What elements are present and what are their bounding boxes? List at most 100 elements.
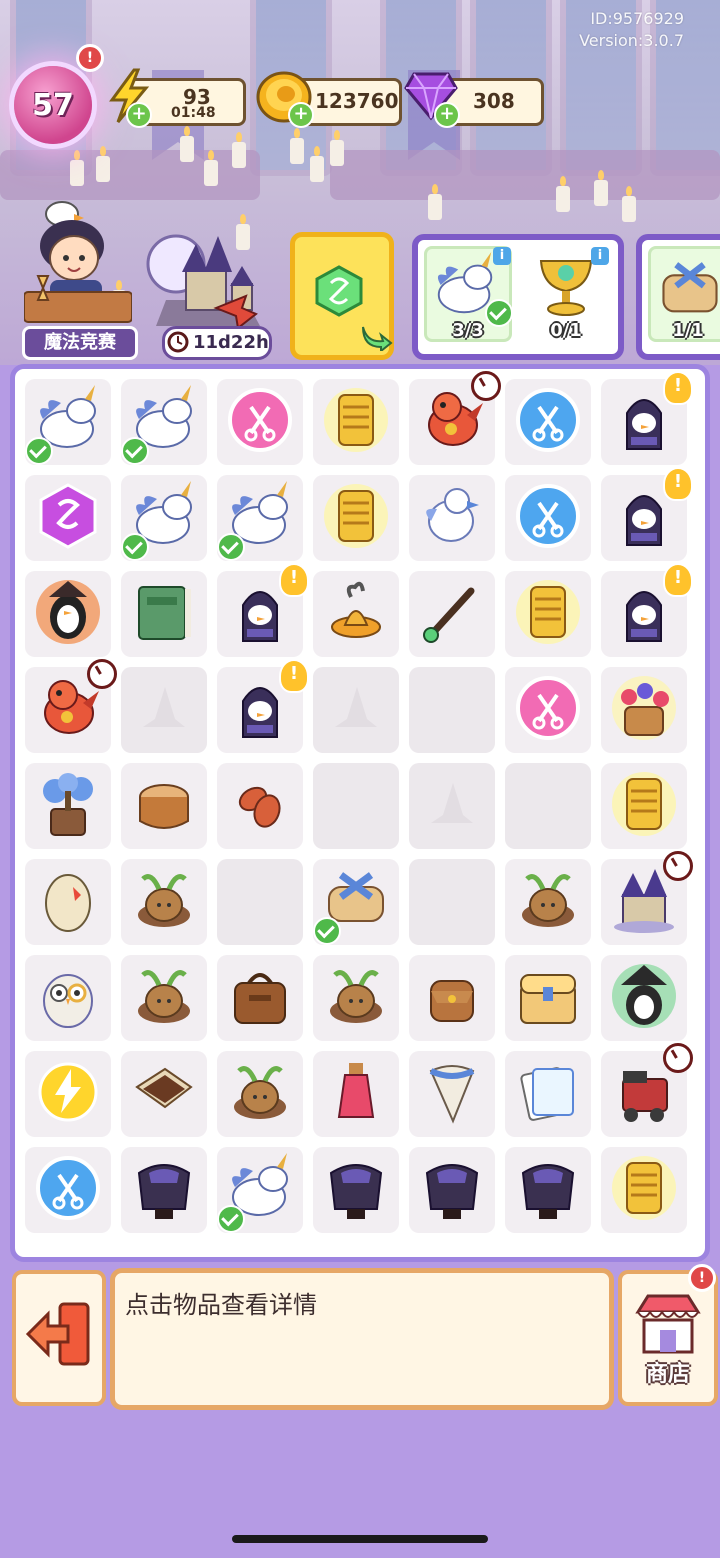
golden-scroll-icon — [516, 580, 580, 644]
add-coins-button[interactable]: + — [288, 102, 314, 128]
timer-clock-icon — [663, 1043, 693, 1073]
board-cell[interactable] — [121, 667, 207, 753]
shop-label: 商店 — [645, 1362, 690, 1387]
board-cell[interactable] — [409, 371, 501, 465]
board-cell[interactable] — [25, 379, 111, 465]
board-cell[interactable] — [313, 475, 399, 561]
shop-icon — [635, 1294, 701, 1354]
candle-decor — [232, 132, 246, 168]
board-cell[interactable] — [313, 379, 399, 465]
board-cell[interactable] — [505, 379, 591, 465]
board-cell[interactable] — [601, 371, 693, 465]
board-cell[interactable] — [505, 475, 591, 561]
board-cell[interactable] — [121, 1051, 207, 1137]
shop-button[interactable]: ! 商店 — [618, 1264, 718, 1406]
board-cell[interactable] — [505, 1147, 591, 1233]
board-cell[interactable] — [505, 859, 591, 945]
board-cell[interactable] — [217, 1051, 303, 1137]
board-cell[interactable] — [505, 955, 591, 1041]
info-icon[interactable]: i — [591, 247, 609, 265]
board-cell[interactable] — [217, 955, 303, 1041]
board-cell[interactable] — [601, 467, 693, 561]
arrow-icon — [362, 326, 393, 351]
board-cell[interactable] — [121, 379, 207, 465]
info-icon[interactable]: i — [493, 247, 511, 265]
board-cell[interactable] — [505, 667, 591, 753]
add-gems-button[interactable]: + — [434, 102, 460, 128]
board-cell[interactable] — [25, 571, 111, 657]
board-cell[interactable] — [601, 563, 693, 657]
board-cell[interactable] — [25, 1051, 111, 1137]
hint-bulb-icon — [663, 371, 693, 405]
board-cell[interactable] — [217, 1147, 303, 1233]
board-cell[interactable] — [121, 763, 207, 849]
board-cell[interactable] — [601, 763, 687, 849]
board-cell[interactable] — [313, 667, 399, 753]
candle-decor — [70, 150, 84, 186]
home-indicator[interactable] — [232, 1535, 488, 1543]
board-cell[interactable] — [313, 1051, 399, 1137]
order-slot-goblet[interactable]: 0/1 i — [522, 246, 610, 342]
empty-hat-icon — [335, 687, 377, 727]
item-detail-panel: 点击物品查看详情 — [110, 1268, 614, 1410]
castle-timer: 11d22h — [193, 332, 269, 353]
board-cell[interactable] — [121, 475, 207, 561]
board-cell[interactable] — [313, 955, 399, 1041]
board-cell[interactable] — [121, 859, 207, 945]
board-cell[interactable] — [217, 563, 309, 657]
board-cell[interactable] — [121, 571, 207, 657]
board-cell[interactable] — [313, 859, 399, 945]
order-box[interactable]: 3/3 i 0/1 i — [412, 234, 624, 360]
item-card-button[interactable] — [290, 232, 394, 360]
energy-timer: 01:48 — [171, 105, 216, 121]
board-cell[interactable] — [313, 571, 399, 657]
hint-text: 点击物品查看详情 — [125, 1291, 317, 1319]
board-cell[interactable] — [601, 1043, 693, 1137]
board-cell[interactable] — [601, 1147, 687, 1233]
green-book-icon — [138, 586, 191, 640]
player-level-badge[interactable]: 57 — [14, 66, 92, 144]
board-cell[interactable] — [313, 763, 399, 849]
board-cell[interactable] — [25, 859, 111, 945]
board-cell[interactable] — [25, 1147, 111, 1233]
board-cell[interactable] — [217, 475, 303, 561]
board-cell[interactable] — [505, 1051, 591, 1137]
merge-board — [10, 364, 710, 1262]
board-cell[interactable] — [409, 475, 495, 561]
board-cell[interactable] — [409, 859, 495, 945]
candle-decor — [556, 176, 570, 212]
board-cell[interactable] — [505, 571, 591, 657]
board-cell[interactable] — [121, 1147, 207, 1233]
chocolate-bar-icon — [135, 1067, 193, 1109]
board-cell[interactable] — [25, 955, 111, 1041]
board-cell[interactable] — [409, 763, 495, 849]
board-cell[interactable] — [25, 475, 111, 561]
board-cell[interactable] — [217, 659, 309, 753]
board-cell[interactable] — [601, 851, 693, 945]
board-cell[interactable] — [505, 763, 591, 849]
board-cell[interactable] — [601, 667, 687, 753]
dark-wizard-icon — [612, 964, 676, 1028]
board-cell[interactable] — [25, 659, 117, 753]
golden-scroll-icon — [612, 772, 676, 836]
board-cell[interactable] — [409, 955, 495, 1041]
board-cell[interactable] — [409, 1147, 495, 1233]
mandrake-icon — [522, 874, 574, 927]
board-cell[interactable] — [217, 763, 303, 849]
timer-clock-icon — [663, 851, 693, 881]
board-cell[interactable] — [121, 955, 207, 1041]
order-slot-unicorn[interactable]: 3/3 i — [424, 246, 513, 342]
order-box-next[interactable]: 1/1 — [636, 234, 720, 360]
board-cell[interactable] — [217, 859, 303, 945]
board-cell[interactable] — [313, 1147, 399, 1233]
add-energy-button[interactable]: + — [126, 102, 152, 128]
board-cell[interactable] — [409, 667, 495, 753]
exit-button[interactable] — [12, 1270, 106, 1406]
order-slot-scroll[interactable]: 1/1 — [648, 246, 720, 342]
board-cell[interactable] — [601, 955, 687, 1041]
board-cell[interactable] — [25, 763, 111, 849]
board-cell[interactable] — [217, 379, 303, 465]
shop-alert-icon: ! — [688, 1264, 716, 1292]
board-cell[interactable] — [409, 1051, 495, 1137]
board-cell[interactable] — [409, 571, 495, 657]
